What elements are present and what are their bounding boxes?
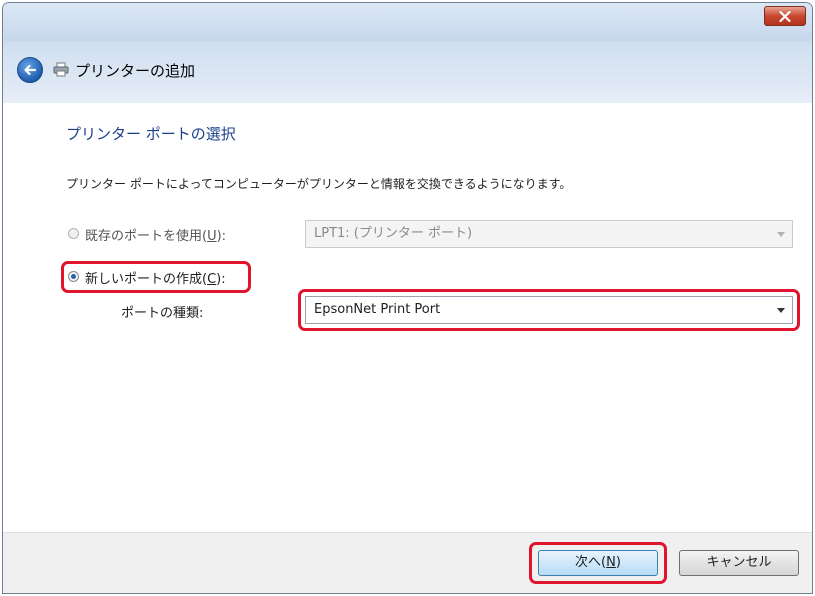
port-type-label: ポートの種類: (121, 306, 204, 321)
add-printer-dialog: プリンターの追加 プリンター ポートの選択 プリンター ポートによってコンピュー… (2, 2, 813, 594)
title-bar (3, 3, 812, 41)
cancel-button[interactable]: キャンセル (679, 550, 799, 576)
port-type-highlight (298, 289, 800, 331)
next-button-highlight (529, 542, 667, 584)
close-button[interactable] (764, 6, 806, 26)
existing-port-combo[interactable]: LPT1: (プリンター ポート) (305, 220, 793, 248)
dropdown-arrow-icon (777, 232, 785, 237)
dialog-content: プリンター ポートの選択 プリンター ポートによってコンピューターがプリンターと… (3, 103, 812, 533)
new-port-highlight (61, 261, 251, 293)
printer-icon (53, 62, 69, 77)
back-button[interactable] (17, 57, 43, 83)
existing-port-radio[interactable] (68, 228, 79, 239)
description-text: プリンター ポートによってコンピューターがプリンターと情報を交換できるようになり… (66, 177, 572, 191)
dialog-header: プリンターの追加 (3, 41, 812, 103)
existing-port-label: 既存のポートを使用(U): (85, 229, 227, 244)
back-arrow-icon (24, 64, 37, 76)
section-title: プリンター ポートの選択 (66, 125, 236, 143)
dialog-footer: 次へ(N) キャンセル (3, 532, 812, 593)
existing-port-combo-value: LPT1: (プリンター ポート) (314, 226, 473, 241)
close-icon (779, 11, 791, 22)
dialog-title: プリンターの追加 (75, 62, 196, 80)
